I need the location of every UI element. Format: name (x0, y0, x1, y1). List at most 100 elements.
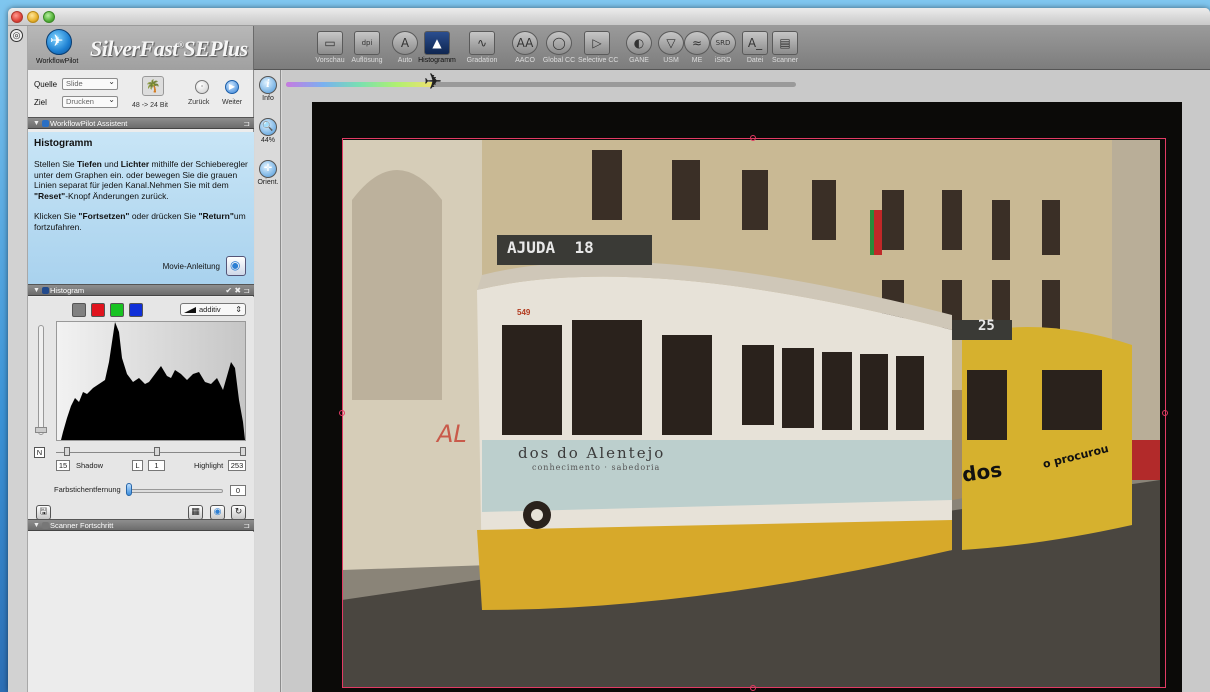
channel-red-button[interactable] (91, 303, 105, 317)
minimize-window-button[interactable] (27, 11, 39, 23)
toolbar-button-gradation[interactable]: ∿ Gradation (463, 31, 501, 69)
tool-column: i Info 🔍 44% ✛ Orient. (255, 70, 281, 692)
crop-handle-left[interactable] (339, 410, 345, 416)
progress-plane-icon: ✈ (423, 70, 443, 95)
info-icon[interactable]: i (259, 76, 277, 94)
channel-blue-button[interactable] (129, 303, 143, 317)
aaco-icon[interactable]: AA (512, 31, 538, 55)
isrd-icon[interactable]: SRD (710, 31, 736, 55)
zoom-label: 44% (260, 137, 275, 144)
toolbar-button-global-cc[interactable]: ◯ Global CC (540, 31, 578, 69)
preview-icon[interactable]: ▭ (317, 31, 343, 55)
collapse-icon[interactable]: ▼ (33, 285, 40, 296)
scanner-small-icon (42, 522, 49, 529)
global-cc-icon[interactable]: ◯ (546, 31, 572, 55)
quelle-select[interactable]: Slide (62, 77, 118, 90)
title-bar (8, 8, 1210, 26)
t: und (101, 159, 121, 169)
histogram-panel-header[interactable]: ▼ Histogram ✔ ✖ ⊐ (28, 284, 254, 296)
scanner-panel-header[interactable]: ▼ Scanner Fortschritt ⊐ (28, 519, 254, 531)
zoom-window-button[interactable] (43, 11, 55, 23)
selective-cc-icon[interactable]: ▷ (584, 31, 610, 55)
detach-icon[interactable]: ⊐ (243, 118, 250, 129)
assistant-title: Histogramm (34, 138, 93, 149)
orient-label: Orient. (257, 179, 279, 186)
farbstich-knob[interactable] (126, 483, 132, 496)
toolbar-button-label: AACO (515, 57, 535, 64)
orient-tool[interactable]: ✛ Orient. (256, 160, 280, 186)
left-panel: Quelle Slide Ziel Drucken 🌴 48 -> 24 Bit… (28, 70, 254, 692)
info-label: Info (262, 95, 274, 102)
gane-icon[interactable]: ◐ (626, 31, 652, 55)
toolbar-button-scanner[interactable]: ▤ Scanner (766, 31, 804, 69)
collapse-icon[interactable]: ▼ (33, 520, 40, 531)
close-window-button[interactable] (11, 11, 23, 23)
histogram-shape (61, 322, 245, 440)
file-icon[interactable]: A_ (742, 31, 768, 55)
channel-gray-button[interactable] (72, 303, 86, 317)
t: Tiefen (77, 159, 102, 169)
back-icon[interactable]: · (195, 80, 209, 94)
preview-area[interactable]: ✈ AJUDA 18 25 549 dos do Alentejo conhec… (282, 70, 1210, 692)
t: Lichter (120, 159, 150, 169)
panel-toggle-icon[interactable]: ◎ (10, 29, 23, 42)
histogram-graph[interactable] (56, 321, 246, 441)
reset-icon[interactable]: ↻ (231, 505, 246, 520)
vertical-slider-knob[interactable] (35, 427, 47, 433)
crop-handle-top[interactable] (750, 135, 756, 141)
settings-icon[interactable]: ▦ (188, 505, 203, 520)
shadow-knob[interactable] (64, 447, 70, 456)
brand-suffix: SEPlus (183, 36, 248, 61)
zoom-icon[interactable]: 🔍 (259, 118, 277, 136)
n-toggle[interactable]: N (34, 447, 45, 458)
panel-actions-label[interactable]: ✔ ✖ (225, 286, 241, 295)
brand-area: WorkflowPilot SilverFast®SEPlus (28, 26, 254, 70)
resolution-icon[interactable]: dpi (354, 31, 380, 55)
next-label[interactable]: Weiter (222, 99, 242, 106)
assistant-panel-header[interactable]: ▼ WorkflowPilot Assistent ⊐ (28, 117, 254, 129)
detach-icon[interactable]: ⊐ (243, 520, 250, 531)
vertical-slider[interactable] (38, 325, 44, 435)
histogram-mode-select[interactable]: additiv (180, 303, 246, 316)
toolbar-button-aufl-sung[interactable]: dpi Auflösung (348, 31, 386, 69)
t: "Fortsetzen" (78, 211, 130, 221)
workflowpilot-label: WorkflowPilot (36, 58, 79, 65)
midtone-value[interactable]: 1 (148, 460, 165, 471)
l-box[interactable]: L (132, 460, 143, 471)
zoom-tool[interactable]: 🔍 44% (256, 118, 280, 144)
movie-label[interactable]: Movie-Anleitung (163, 262, 220, 271)
shadow-value[interactable]: 15 (56, 460, 70, 471)
highlight-knob[interactable] (240, 447, 246, 456)
shadow-highlight-slider[interactable] (56, 452, 246, 453)
toolbar-button-histogramm[interactable]: ▲ Histogramm (418, 31, 456, 69)
gradation-icon[interactable]: ∿ (469, 31, 495, 55)
farbstich-slider[interactable] (128, 489, 223, 493)
toolbar-button-aaco[interactable]: AA AACO (506, 31, 544, 69)
movie-icon[interactable] (226, 256, 246, 276)
channel-green-button[interactable] (110, 303, 124, 317)
info-tool[interactable]: i Info (256, 76, 280, 102)
highlight-value[interactable]: 253 (228, 460, 246, 471)
crop-handle-bottom[interactable] (750, 685, 756, 691)
histogram-icon[interactable]: ▲ (424, 31, 450, 55)
toolbar-button-vorschau[interactable]: ▭ Vorschau (311, 31, 349, 69)
panel-actions[interactable]: ✔ ✖ ⊐ (225, 285, 250, 296)
farbstich-value[interactable]: 0 (230, 485, 246, 496)
auto-icon[interactable]: A (392, 31, 418, 55)
midtone-knob[interactable] (154, 447, 160, 456)
crop-handle-right[interactable] (1162, 410, 1168, 416)
next-icon[interactable]: ▶ (225, 80, 239, 94)
slide-type-icon[interactable]: 🌴 (142, 76, 164, 96)
orientation-icon[interactable]: ✛ (259, 160, 277, 178)
collapse-icon[interactable]: ▼ (33, 118, 40, 129)
scan-frame-rectangle[interactable] (342, 138, 1166, 688)
workflowpilot-icon[interactable] (46, 29, 72, 55)
save-icon[interactable]: 🖫 (36, 505, 51, 520)
toolbar-button-label: Scanner (771, 57, 799, 64)
toolbar-button-selective-cc[interactable]: ▷ Selective CC (578, 31, 618, 69)
ziel-select[interactable]: Drucken (62, 95, 118, 108)
scanner-icon[interactable]: ▤ (772, 31, 798, 55)
back-label[interactable]: Zurück (188, 99, 209, 106)
toolbar-button-label: Global CC (542, 57, 576, 64)
movie-help-icon[interactable]: ◉ (210, 505, 225, 520)
